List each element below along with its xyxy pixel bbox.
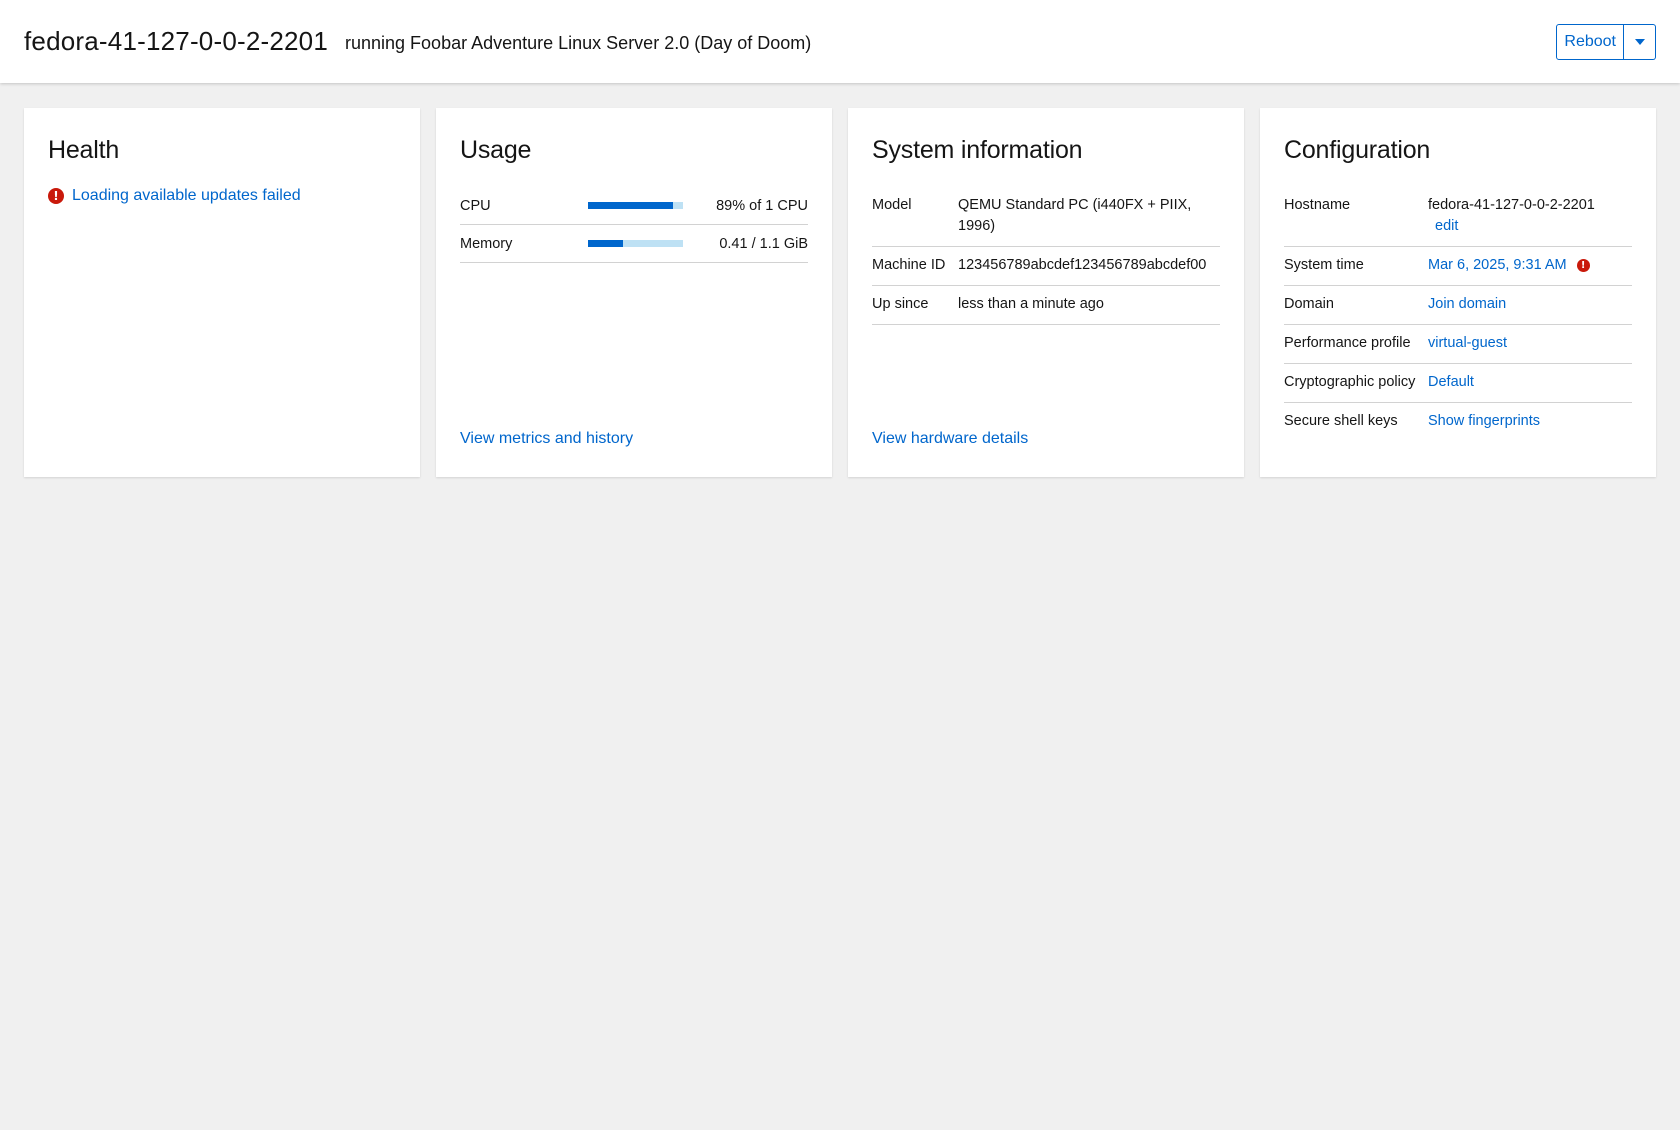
config-row-system-time: System time Mar 6, 2025, 9:31 AM !	[1284, 247, 1632, 286]
usage-card: Usage CPU 89% of 1 CPU Memory 0.41 / 1.1…	[436, 108, 832, 477]
config-ssh-key: Secure shell keys	[1284, 413, 1398, 429]
config-system-time-key: System time	[1284, 257, 1364, 273]
health-updates-error-label: Loading available updates failed	[72, 187, 301, 204]
system-info-card-title: System information	[872, 136, 1083, 164]
usage-memory-value: 0.41 / 1.1 GiB	[719, 235, 808, 252]
usage-row-cpu: CPU 89% of 1 CPU	[460, 187, 808, 225]
memory-usage-bar	[588, 240, 683, 247]
sysinfo-model-value: QEMU Standard PC (i440FX + PIIX, 1996)	[958, 197, 1192, 234]
config-row-hostname: Hostname fedora-41-127-0-0-2-2201 edit	[1284, 187, 1632, 247]
configuration-card: Configuration Hostname fedora-41-127-0-0…	[1260, 108, 1656, 477]
usage-card-title: Usage	[460, 136, 532, 164]
config-hostname-value: fedora-41-127-0-0-2-2201	[1428, 197, 1595, 213]
system-info-table: Model QEMU Standard PC (i440FX + PIIX, 1…	[872, 187, 1220, 325]
config-row-crypto: Cryptographic policy Default	[1284, 364, 1632, 403]
config-row-ssh: Secure shell keys Show fingerprints	[1284, 403, 1632, 441]
configuration-table: Hostname fedora-41-127-0-0-2-2201 edit S…	[1284, 187, 1632, 441]
sysinfo-row-model: Model QEMU Standard PC (i440FX + PIIX, 1…	[872, 187, 1220, 247]
usage-memory-label: Memory	[460, 235, 513, 252]
sysinfo-machine-id-value: 123456789abcdef123456789abcdef00	[958, 257, 1207, 273]
exclamation-circle-icon: !	[48, 188, 64, 204]
sysinfo-model-key: Model	[872, 197, 912, 213]
config-crypto-key: Cryptographic policy	[1284, 374, 1416, 390]
cpu-usage-bar	[588, 202, 683, 209]
page-header: fedora-41-127-0-0-2-2201 running Foobar …	[0, 0, 1680, 83]
config-domain-key: Domain	[1284, 296, 1334, 312]
sysinfo-row-up-since: Up since less than a minute ago	[872, 286, 1220, 325]
reboot-split-button: Reboot	[1556, 24, 1656, 60]
system-info-card: System information Model QEMU Standard P…	[848, 108, 1244, 477]
show-fingerprints-link[interactable]: Show fingerprints	[1428, 413, 1540, 429]
sysinfo-up-since-value: less than a minute ago	[958, 296, 1104, 312]
config-hostname-key: Hostname	[1284, 197, 1351, 213]
view-metrics-link[interactable]: View metrics and history	[460, 430, 633, 448]
cpu-usage-bar-fill	[588, 202, 673, 209]
reboot-options-toggle[interactable]	[1624, 24, 1656, 60]
os-description: running Foobar Adventure Linux Server 2.…	[345, 33, 812, 53]
sysinfo-up-since-key: Up since	[872, 296, 929, 312]
configuration-card-title: Configuration	[1284, 136, 1431, 164]
config-system-time-cell: Mar 6, 2025, 9:31 AM !	[1428, 255, 1632, 276]
usage-cpu-value: 89% of 1 CPU	[716, 197, 808, 214]
usage-row-memory: Memory 0.41 / 1.1 GiB	[460, 225, 808, 263]
sysinfo-machine-id-key: Machine ID	[872, 257, 946, 273]
crypto-policy-link[interactable]: Default	[1428, 374, 1474, 390]
config-row-domain: Domain Join domain	[1284, 286, 1632, 325]
view-hardware-link[interactable]: View hardware details	[872, 430, 1028, 448]
exclamation-circle-icon: !	[1576, 259, 1590, 272]
join-domain-link[interactable]: Join domain	[1428, 296, 1506, 312]
system-time-link[interactable]: Mar 6, 2025, 9:31 AM	[1428, 255, 1567, 276]
sysinfo-row-machine-id: Machine ID 123456789abcdef123456789abcde…	[872, 247, 1220, 286]
reboot-button[interactable]: Reboot	[1556, 24, 1624, 60]
config-hostname-value-cell: fedora-41-127-0-0-2-2201 edit	[1428, 195, 1632, 237]
config-performance-key: Performance profile	[1284, 335, 1411, 351]
health-card: Health ! Loading available updates faile…	[24, 108, 420, 477]
health-card-title: Health	[48, 136, 120, 164]
health-updates-error[interactable]: ! Loading available updates failed	[48, 187, 396, 205]
usage-cpu-label: CPU	[460, 197, 491, 214]
config-row-performance: Performance profile virtual-guest	[1284, 325, 1632, 364]
performance-profile-link[interactable]: virtual-guest	[1428, 335, 1507, 351]
memory-usage-bar-fill	[588, 240, 624, 247]
hostname-title: fedora-41-127-0-0-2-2201	[24, 26, 328, 56]
hostname-edit-link[interactable]: edit	[1435, 216, 1632, 237]
caret-down-icon	[1634, 39, 1645, 45]
